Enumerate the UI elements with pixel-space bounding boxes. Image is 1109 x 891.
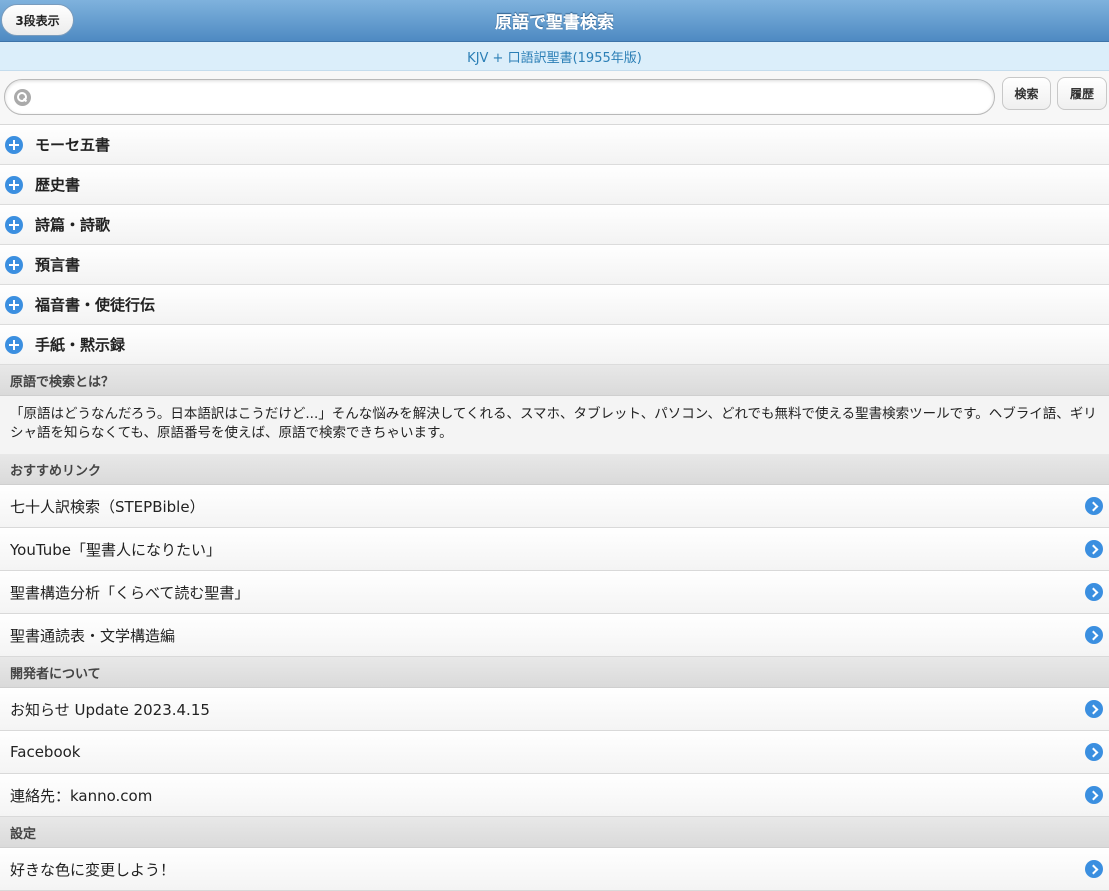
settings-heading: 設定 [0,817,1109,848]
category-item[interactable]: 手紙・黙示録 [0,325,1109,365]
about-description: 「原語はどうなんだろう。日本語訳はこうだけど...」そんな悩みを解決してくれる、… [0,396,1109,454]
category-item[interactable]: 詩篇・詩歌 [0,205,1109,245]
category-item[interactable]: 福音書・使徒行伝 [0,285,1109,325]
category-label: モーセ五書 [35,136,111,154]
link-item[interactable]: YouTube「聖書人になりたい」 [0,528,1109,571]
chevron-right-icon [1085,860,1103,878]
chevron-right-icon [1085,786,1103,804]
category-label: 詩篇・詩歌 [35,216,111,234]
expand-plus-icon [5,255,23,274]
page-title: 原語で聖書検索 [495,13,614,33]
link-item[interactable]: Facebook [0,731,1109,774]
chevron-right-icon [1085,540,1103,558]
category-list: モーセ五書 歴史書 詩篇・詩歌 預言書 福音書・使徒行伝 手紙・黙示録 [0,125,1109,365]
three-pane-button[interactable]: 3段表示 [1,4,74,36]
expand-plus-icon [5,335,23,354]
link-item[interactable]: 連絡先：kanno.com [0,774,1109,817]
link-item[interactable]: 七十人訳検索（STEPBible） [0,485,1109,528]
link-label: Facebook [10,743,81,761]
expand-plus-icon [5,135,23,154]
chevron-right-icon [1085,743,1103,761]
about-heading: 原語で検索とは？ [0,365,1109,396]
link-item[interactable]: 聖書通読表・文学構造編 [0,614,1109,657]
search-input[interactable] [4,79,995,115]
link-label: 聖書構造分析「くらべて読む聖書」 [10,583,250,602]
chevron-right-icon [1085,497,1103,515]
link-item[interactable]: 聖書構造分析「くらべて読む聖書」 [0,571,1109,614]
developer-links-list: お知らせ Update 2023.4.15 Facebook 連絡先：kanno… [0,688,1109,817]
app-header: 3段表示 原語で聖書検索 [0,0,1109,42]
category-item[interactable]: 預言書 [0,245,1109,285]
recommended-links-heading: おすすめリンク [0,454,1109,485]
link-label: YouTube「聖書人になりたい」 [10,540,221,559]
developer-heading: 開発者について [0,657,1109,688]
category-label: 手紙・黙示録 [35,336,126,354]
expand-plus-icon [5,295,23,314]
link-item[interactable]: 好きな色に変更しよう！ [0,848,1109,891]
chevron-right-icon [1085,583,1103,601]
link-label: 七十人訳検索（STEPBible） [10,497,205,516]
category-item[interactable]: モーセ五書 [0,125,1109,165]
search-button[interactable]: 検索 [1002,77,1051,110]
category-label: 預言書 [35,256,81,274]
link-label: 聖書通読表・文学構造編 [10,626,176,645]
link-item[interactable]: お知らせ Update 2023.4.15 [0,688,1109,731]
expand-plus-icon [5,215,23,234]
link-label: 連絡先：kanno.com [10,786,153,805]
search-icon [14,89,31,106]
category-label: 歴史書 [35,176,81,194]
link-label: 好きな色に変更しよう！ [10,860,176,879]
link-label: お知らせ Update 2023.4.15 [10,700,210,719]
search-bar: 検索 履歴 [0,71,1109,125]
recommended-links-list: 七十人訳検索（STEPBible） YouTube「聖書人になりたい」 聖書構造… [0,485,1109,657]
category-item[interactable]: 歴史書 [0,165,1109,205]
chevron-right-icon [1085,626,1103,644]
category-label: 福音書・使徒行伝 [35,296,156,314]
settings-links-list: 好きな色に変更しよう！ [0,848,1109,891]
bible-version-label[interactable]: KJV + 口語訳聖書(1955年版) [0,42,1109,71]
chevron-right-icon [1085,700,1103,718]
history-button[interactable]: 履歴 [1057,77,1107,110]
expand-plus-icon [5,175,23,194]
